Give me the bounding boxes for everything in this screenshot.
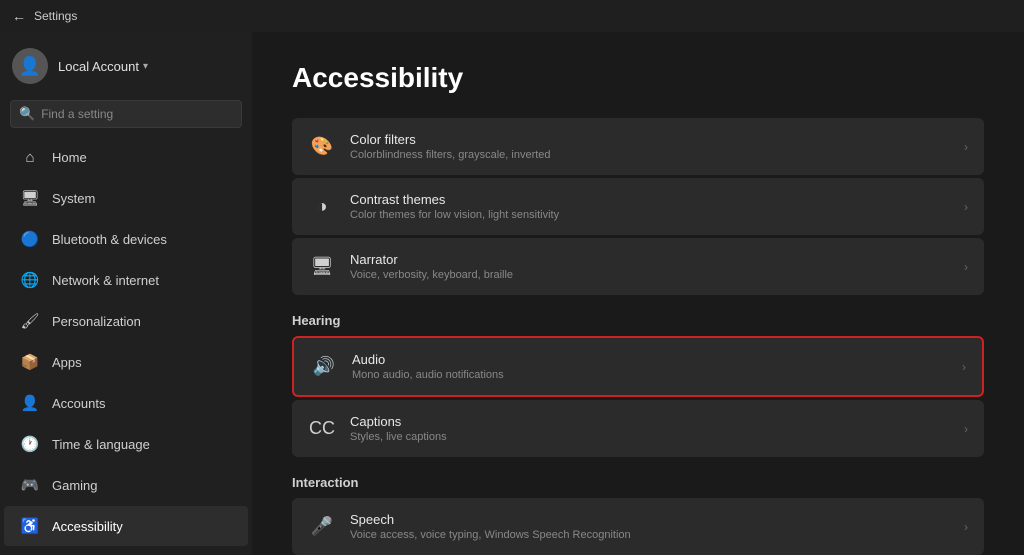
item-chevron-speech: › — [964, 520, 968, 534]
item-desc-narrator: Voice, verbosity, keyboard, braille — [350, 269, 950, 281]
avatar: 👤 — [12, 48, 48, 84]
item-text-speech: Speech Voice access, voice typing, Window… — [350, 512, 950, 541]
item-chevron-color-filters: › — [964, 140, 968, 154]
nav-icon-accessibility: ♿ — [20, 516, 40, 536]
nav-label-system: System — [52, 191, 95, 206]
nav-label-network: Network & internet — [52, 273, 159, 288]
item-icon-speech: 🎤 — [308, 513, 336, 541]
app-title: Settings — [34, 9, 77, 23]
nav-icon-personalization: 🖌 — [20, 311, 40, 331]
section-heading-interaction: Interaction — [292, 475, 984, 490]
item-chevron-contrast-themes: › — [964, 200, 968, 214]
sections-container: 🎨 Color filters Colorblindness filters, gr… — [292, 118, 984, 555]
nav-icon-apps: 📦 — [20, 352, 40, 372]
nav-label-bluetooth: Bluetooth & devices — [52, 232, 167, 247]
user-info: Local Account ▾ — [58, 59, 148, 74]
item-text-narrator: Narrator Voice, verbosity, keyboard, brai… — [350, 252, 950, 281]
app-body: 👤 Local Account ▾ 🔍 ⌂ Home 🖥 System 🔵 Bluetoo… — [0, 32, 1024, 555]
main-content: Accessibility 🎨 Color filters Colorblindne… — [252, 32, 1024, 555]
settings-item-narrator[interactable]: 🖥 Narrator Voice, verbosity, keyboard, bra… — [292, 238, 984, 295]
nav-label-personalization: Personalization — [52, 314, 141, 329]
item-title-contrast-themes: Contrast themes — [350, 192, 950, 207]
item-chevron-captions: › — [964, 422, 968, 436]
sidebar-item-system[interactable]: 🖥 System — [4, 178, 248, 218]
item-title-captions: Captions — [350, 414, 950, 429]
nav-icon-home: ⌂ — [20, 147, 40, 167]
sidebar-item-bluetooth[interactable]: 🔵 Bluetooth & devices — [4, 219, 248, 259]
search-input[interactable] — [41, 107, 233, 121]
sidebar-item-network[interactable]: 🌐 Network & internet — [4, 260, 248, 300]
user-name: Local Account — [58, 59, 139, 74]
item-desc-captions: Styles, live captions — [350, 431, 950, 443]
page-title: Accessibility — [292, 62, 984, 94]
nav-label-accessibility: Accessibility — [52, 519, 123, 534]
section-heading-hearing: Hearing — [292, 313, 984, 328]
item-text-captions: Captions Styles, live captions — [350, 414, 950, 443]
search-bar[interactable]: 🔍 — [10, 100, 242, 128]
nav-list: ⌂ Home 🖥 System 🔵 Bluetooth & devices 🌐 Network… — [0, 136, 252, 555]
sidebar-item-time[interactable]: 🕐 Time & language — [4, 424, 248, 464]
nav-label-apps: Apps — [52, 355, 82, 370]
nav-icon-gaming: 🎮 — [20, 475, 40, 495]
title-bar: ← Settings — [0, 0, 1024, 32]
item-icon-audio: 🔊 — [310, 353, 338, 381]
nav-icon-network: 🌐 — [20, 270, 40, 290]
item-desc-speech: Voice access, voice typing, Windows Spee… — [350, 529, 950, 541]
back-button[interactable]: ← — [12, 8, 26, 24]
nav-icon-bluetooth: 🔵 — [20, 229, 40, 249]
item-title-color-filters: Color filters — [350, 132, 950, 147]
item-text-audio: Audio Mono audio, audio notifications — [352, 352, 948, 381]
chevron-down-icon: ▾ — [143, 61, 148, 72]
item-icon-contrast-themes: ◑ — [308, 193, 336, 221]
sidebar-item-privacy[interactable]: 🛡Privacy & security — [4, 547, 248, 555]
item-text-color-filters: Color filters Colorblindness filters, gra… — [350, 132, 950, 161]
item-title-audio: Audio — [352, 352, 948, 367]
nav-label-accounts: Accounts — [52, 396, 105, 411]
sidebar-item-personalization[interactable]: 🖌 Personalization — [4, 301, 248, 341]
settings-item-audio[interactable]: 🔊 Audio Mono audio, audio notifications › — [292, 336, 984, 397]
settings-item-captions[interactable]: CC Captions Styles, live captions › — [292, 400, 984, 457]
settings-item-contrast-themes[interactable]: ◑ Contrast themes Color themes for low vis… — [292, 178, 984, 235]
nav-icon-system: 🖥 — [20, 188, 40, 208]
search-icon: 🔍 — [19, 106, 35, 122]
nav-label-gaming: Gaming — [52, 478, 98, 493]
item-icon-captions: CC — [308, 415, 336, 443]
settings-item-speech[interactable]: 🎤 Speech Voice access, voice typing, Windo… — [292, 498, 984, 555]
item-desc-color-filters: Colorblindness filters, grayscale, inver… — [350, 149, 950, 161]
sidebar: 👤 Local Account ▾ 🔍 ⌂ Home 🖥 System 🔵 Bluetoo… — [0, 32, 252, 555]
nav-label-time: Time & language — [52, 437, 150, 452]
item-icon-color-filters: 🎨 — [308, 133, 336, 161]
item-desc-contrast-themes: Color themes for low vision, light sensi… — [350, 209, 950, 221]
settings-item-color-filters[interactable]: 🎨 Color filters Colorblindness filters, gr… — [292, 118, 984, 175]
nav-icon-accounts: 👤 — [20, 393, 40, 413]
sidebar-item-home[interactable]: ⌂ Home — [4, 137, 248, 177]
sidebar-item-accounts[interactable]: 👤 Accounts — [4, 383, 248, 423]
item-text-contrast-themes: Contrast themes Color themes for low visi… — [350, 192, 950, 221]
sidebar-item-apps[interactable]: 📦 Apps — [4, 342, 248, 382]
item-icon-narrator: 🖥 — [308, 253, 336, 281]
item-title-narrator: Narrator — [350, 252, 950, 267]
nav-label-home: Home — [52, 150, 87, 165]
nav-icon-time: 🕐 — [20, 434, 40, 454]
sidebar-item-accessibility[interactable]: ♿ Accessibility — [4, 506, 248, 546]
item-chevron-audio: › — [962, 360, 966, 374]
sidebar-item-gaming[interactable]: 🎮 Gaming — [4, 465, 248, 505]
item-chevron-narrator: › — [964, 260, 968, 274]
item-desc-audio: Mono audio, audio notifications — [352, 369, 948, 381]
user-area[interactable]: 👤 Local Account ▾ — [0, 32, 252, 96]
item-title-speech: Speech — [350, 512, 950, 527]
